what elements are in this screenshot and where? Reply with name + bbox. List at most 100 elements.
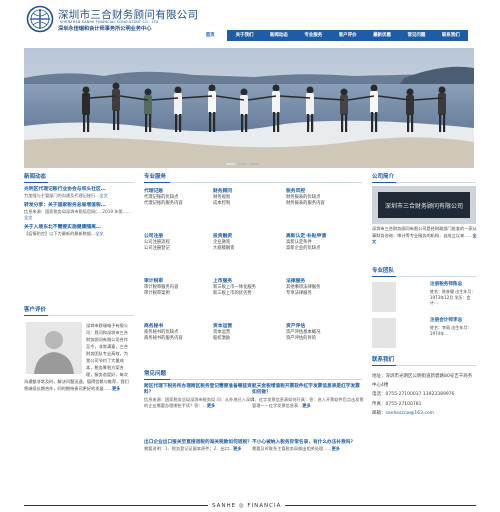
banner-dot[interactable] — [238, 163, 247, 165]
divider — [144, 379, 170, 380]
customer-avatar-icon — [26, 322, 82, 374]
contact-title: 联系我们 — [372, 357, 395, 363]
team-member[interactable]: 注册税务师陈总 姓名：陈彦健 出生年月：1973年12月 学历：会计… — [372, 282, 476, 314]
nav-about[interactable]: 关于我们 — [227, 30, 261, 41]
news-item-desc: 信息来源：国家税务局深圳市税局官网(… — [24, 209, 102, 214]
faq-answer: 信息来源：国家税务总局深圳市税务局 问：从外地迁入深圳的企业需要办理哪些手续？答… — [144, 396, 255, 408]
service-link[interactable]: 商务秘书的服务内容 — [144, 336, 212, 342]
team-member[interactable]: 注册会计师李总 姓名：李丽 出生年月：1974年… — [372, 318, 476, 350]
news-title: 新闻动态 — [24, 174, 47, 180]
faq-more-link[interactable]: 更多 — [302, 403, 310, 408]
service-block: 财务顾问 财务规划 成本控制 — [213, 188, 281, 207]
service-title[interactable]: 公司注册 — [144, 233, 212, 240]
service-title[interactable]: 商务秘书 — [144, 323, 212, 330]
service-title[interactable]: 法律服务 — [286, 278, 354, 285]
faq-more-link[interactable]: 更多 — [332, 446, 340, 451]
member-photo — [372, 282, 396, 312]
nav-offers[interactable]: 最新优惠 — [365, 30, 399, 41]
service-link[interactable]: 财务报表的服务内容 — [286, 201, 354, 207]
company-title: 公司简介 — [372, 174, 395, 180]
contact-fax: 0755-27100781 — [385, 401, 422, 407]
member-name[interactable]: 注册税务师陈总 — [430, 282, 462, 288]
service-link[interactable]: 成本控制 — [213, 201, 281, 207]
service-title[interactable]: 资产评估 — [286, 323, 354, 330]
nav-faq[interactable]: 常见问题 — [399, 30, 433, 41]
news-item[interactable]: 光明区代理记账行业协会与坝头社区… 为加强与主管部门的沟通及代理记账行…全文 — [24, 186, 134, 199]
service-title[interactable]: 财务顾问 — [213, 188, 281, 195]
service-block: 审计税审 审计税审服务内容 审计税审案例 — [144, 278, 212, 297]
service-title[interactable]: 资本运营 — [213, 323, 281, 330]
faq-question[interactable]: 航天金税增值税开票软件红字发票信息表是红字发票如何做？ — [252, 384, 364, 397]
service-title[interactable]: 税务风控 — [286, 188, 354, 195]
news-more-link[interactable]: 全文 — [99, 193, 107, 198]
faq-answer: 需要及时联系主管税务局做出相关处理…… — [252, 446, 332, 452]
faq-more-link[interactable]: 更多 — [207, 403, 215, 408]
service-title[interactable]: 审计税审 — [144, 278, 212, 285]
contact-label: 邮箱： — [372, 410, 386, 416]
divider — [372, 365, 396, 366]
news-item-title[interactable]: 光明区代理记账行业协会与坝头社区… — [24, 186, 134, 193]
service-title[interactable]: 投资融资 — [213, 233, 281, 240]
service-title[interactable]: 高新认定·补贴申请 — [286, 233, 354, 240]
service-block: 上市服务 新三板上市一体化服务 新三板上市的优劣势 — [213, 278, 281, 297]
evaluation-more-link[interactable]: 更多 — [112, 386, 120, 391]
contact-label: 电话： — [372, 392, 386, 398]
faq-more-link[interactable]: 更多 — [233, 446, 241, 451]
evaluation-title: 客户评价 — [24, 307, 47, 313]
banner-dot[interactable] — [250, 163, 259, 165]
member-name[interactable]: 注册会计师李总 — [430, 318, 462, 324]
service-block: 公司注册 公司注册流程 公司注册登记 — [144, 233, 212, 252]
service-link[interactable]: 公司注册登记 — [144, 246, 212, 252]
contact-label: 传真： — [372, 401, 386, 407]
banner-dot[interactable] — [226, 163, 235, 165]
news-item-title[interactable]: 转发分享：关于国家税务总局增值税… — [24, 202, 134, 209]
services-title: 专业服务 — [144, 174, 167, 180]
service-link[interactable]: 高新企业的优缺点 — [286, 246, 354, 252]
nav-services[interactable]: 专业服务 — [296, 30, 330, 41]
member-desc: 姓名：陈彦健 出生年月：1973年12月 学历：会计… — [430, 289, 476, 306]
faq-item[interactable]: 出口企业出口报关至直接退税的海关税款如何退税？ 需要说明：1、税务登记证副本原件… — [144, 440, 256, 452]
service-link[interactable]: 代理记账的服务内容 — [144, 201, 212, 207]
service-title[interactable]: 上市服务 — [213, 278, 281, 285]
divider — [372, 182, 396, 183]
service-link[interactable]: 新三板上市的优劣势 — [213, 291, 281, 297]
faq-item[interactable]: 航天金税增值税开票软件红字发票信息表是红字发票如何做？ 1、红字发票信息表如何开… — [252, 384, 364, 409]
service-link[interactable]: 资产评估的目的 — [286, 336, 354, 342]
news-item-date: 2019 年第…… — [102, 209, 132, 214]
company-logo-icon — [26, 5, 54, 33]
nav-evaluation[interactable]: 客户评价 — [331, 30, 365, 41]
faq-item[interactable]: 跨区代理下税务所办理跨区税务登记需要准备哪些资料？ 信息来源：国家税务总局深圳市… — [144, 384, 256, 409]
banner-slideshow[interactable] — [24, 48, 474, 168]
news-item[interactable]: 关于入境东北不需要实施健康隔离… 【疫情防控】以下为最新的最新数据…全文 — [24, 224, 134, 237]
news-more-link[interactable]: 全文 — [24, 215, 32, 220]
service-link[interactable]: 专项法律服务 — [286, 291, 354, 297]
company-desc: 深圳市三合财务顾问有限公司是经财政部门批准的一家从事财务咨询、审计等专业服务的机… — [372, 226, 478, 246]
divider — [144, 182, 362, 183]
news-more-link[interactable]: 全文 — [95, 231, 103, 236]
news-item-title[interactable]: 关于入境东北不需要实施健康隔离… — [24, 224, 134, 231]
company-subtitle: 深圳永佳瑞和会计师事务所公明业务中心 — [58, 26, 152, 32]
contact-info: 地址：深圳市光明区公明街道新碧路80号吉千商务中心4楼 电话：0755-2710… — [372, 372, 476, 418]
service-block: 资本运营 资本运营 股权激励 — [213, 323, 281, 342]
news-item[interactable]: 转发分享：关于国家税务总局增值税… 信息来源：国家税务局深圳市税局官网(… 20… — [24, 202, 134, 221]
nav-home[interactable]: 首页 — [193, 30, 228, 41]
nav-contact[interactable]: 联系我们 — [434, 30, 468, 41]
footer-logo: SANHE ◎ FINANCIA — [208, 502, 286, 511]
contact-email[interactable]: sanheszcw@163.com — [386, 411, 435, 416]
faq-question[interactable]: 跨区代理下税务所办理跨区税务登记需要准备哪些资料？ — [144, 384, 256, 397]
contact-label: 地址： — [372, 374, 386, 379]
faq-title: 常见问题 — [144, 371, 167, 377]
banner-pager — [226, 163, 259, 165]
service-link[interactable]: 审计税审案例 — [144, 291, 212, 297]
service-title[interactable]: 代理记账 — [144, 188, 212, 195]
divider — [24, 182, 48, 183]
service-block: 资产评估 资产评估基本概况 资产评估的目的 — [286, 323, 354, 342]
team-title: 专业团队 — [372, 268, 395, 274]
faq-item[interactable]: 不小心被纳入税务异常名录，有什么办法补救吗？ 需要及时联系主管税务局做出相关处理… — [252, 440, 364, 452]
service-link[interactable]: 股权激励 — [213, 336, 281, 342]
nav-news[interactable]: 新闻动态 — [262, 30, 296, 41]
main-nav: 首页 关于我们 新闻动态 专业服务 客户评价 最新优惠 常见问题 联系我们 — [193, 30, 468, 41]
banner-photo — [24, 48, 474, 168]
evaluation-text: 深圳市欧瑞电子有限公司：我司和深圳市三合财务顾问有限公司合作至今，非常满意，三合… — [24, 322, 132, 392]
service-link[interactable]: 大规模融资 — [213, 246, 281, 252]
